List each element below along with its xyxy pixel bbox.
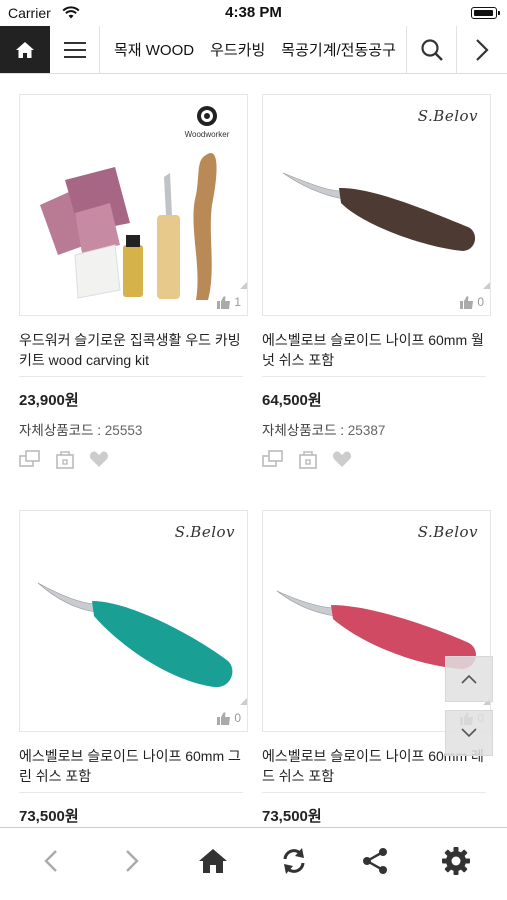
corner-marker <box>240 697 247 705</box>
thumbs-up-icon <box>217 711 231 725</box>
like-count-value: 1 <box>234 295 241 309</box>
like-count-value: 0 <box>477 295 484 309</box>
scroll-bottom-button[interactable] <box>445 710 493 756</box>
bottom-toolbar <box>0 827 507 900</box>
clock: 4:38 PM <box>225 4 282 21</box>
cart-icon[interactable] <box>298 449 318 469</box>
status-bar: Carrier 4:38 PM <box>0 0 507 26</box>
product-image[interactable]: Woodworker 1 <box>19 94 248 316</box>
cart-icon[interactable] <box>55 449 75 469</box>
search-button[interactable] <box>407 26 457 73</box>
top-navigation: 목재 WOOD 우드카빙 목공기계/전동공구 <box>0 26 507 74</box>
product-price: 73,500원 <box>19 808 79 825</box>
chevron-down-icon <box>461 728 477 738</box>
tab-wood[interactable]: 목재 WOOD <box>114 39 194 60</box>
compare-icon[interactable] <box>19 450 41 468</box>
product-code-label: 자체상품코드 : <box>262 423 345 438</box>
product-grid: Woodworker 1 우드워커 슬기로운 집콕생활 우드 카빙 키트 woo… <box>0 74 507 827</box>
chevron-right-icon <box>476 38 489 61</box>
like-count[interactable]: 1 <box>211 289 247 315</box>
product-price: 73,500원 <box>262 808 322 825</box>
product-code-value: 25553 <box>104 423 143 438</box>
refresh-button[interactable] <box>269 836 319 886</box>
corner-marker <box>240 281 247 289</box>
thumbs-up-icon <box>217 295 231 309</box>
forward-button[interactable] <box>107 836 157 886</box>
product-title[interactable]: 우드워커 슬기로운 집콕생활 우드 카빙 키트 wood carving kit <box>19 330 248 370</box>
divider <box>19 376 243 377</box>
product-card[interactable]: S.Belov 0 에스벨로브 슬로이드 나이프 60mm 월넛 쉬스 포함 6… <box>262 94 491 469</box>
product-code-value: 25387 <box>347 423 386 438</box>
share-icon <box>363 848 388 874</box>
refresh-icon <box>283 848 305 874</box>
menu-button[interactable] <box>50 26 100 73</box>
like-count[interactable]: 0 <box>454 289 490 315</box>
knife-illustration <box>282 172 476 251</box>
tab-woodworking-tools[interactable]: 목공기계/전동공구 <box>281 39 396 60</box>
divider <box>262 792 486 793</box>
back-button[interactable] <box>26 836 76 886</box>
knife-illustration <box>37 582 233 688</box>
product-code: 자체상품코드 : 25387 <box>262 419 491 439</box>
like-count[interactable]: 0 <box>211 705 247 731</box>
share-button[interactable] <box>350 836 400 886</box>
product-image[interactable]: S.Belov 0 <box>19 510 248 732</box>
product-code-label: 자체상품코드 : <box>19 423 102 438</box>
compare-icon[interactable] <box>262 450 284 468</box>
heart-icon[interactable] <box>89 450 109 468</box>
like-count-value: 0 <box>234 711 241 725</box>
heart-icon[interactable] <box>332 450 352 468</box>
thumbs-up-icon <box>460 295 474 309</box>
product-image[interactable]: S.Belov 0 <box>262 94 491 316</box>
home-tab-button[interactable] <box>188 836 238 886</box>
product-title[interactable]: 에스벨로브 슬로이드 나이프 60mm 월넛 쉬스 포함 <box>262 330 491 370</box>
corner-marker <box>483 281 490 289</box>
product-actions <box>19 449 248 469</box>
divider <box>19 792 243 793</box>
tab-wood-carving[interactable]: 우드카빙 <box>210 39 265 60</box>
chevron-left-icon <box>43 850 57 872</box>
home-icon <box>198 849 227 873</box>
divider <box>262 376 486 377</box>
carving-kit-illustration <box>40 153 217 300</box>
search-icon <box>420 38 443 61</box>
product-card[interactable]: Woodworker 1 우드워커 슬기로운 집콕생활 우드 카빙 키트 woo… <box>19 94 248 469</box>
home-button[interactable] <box>0 26 50 73</box>
product-code: 자체상품코드 : 25553 <box>19 419 248 439</box>
home-icon <box>16 41 34 58</box>
product-price: 64,500원 <box>262 392 322 409</box>
product-actions <box>262 449 491 469</box>
product-title[interactable]: 에스벨로브 슬로이드 나이프 60mm 그린 쉬스 포함 <box>19 746 248 786</box>
chevron-up-icon <box>461 674 477 684</box>
product-card[interactable]: S.Belov 0 에스벨로브 슬로이드 나이프 60mm 그린 쉬스 포함 7… <box>19 510 248 826</box>
product-price: 23,900원 <box>19 392 79 409</box>
scroll-top-button[interactable] <box>445 656 493 702</box>
gear-icon <box>442 847 471 875</box>
chevron-right-icon <box>125 850 139 872</box>
category-tabs: 목재 WOOD 우드카빙 목공기계/전동공구 <box>100 26 407 73</box>
battery-icon <box>471 7 500 19</box>
next-category-button[interactable] <box>457 26 507 73</box>
settings-button[interactable] <box>431 836 481 886</box>
hamburger-icon <box>63 41 86 58</box>
